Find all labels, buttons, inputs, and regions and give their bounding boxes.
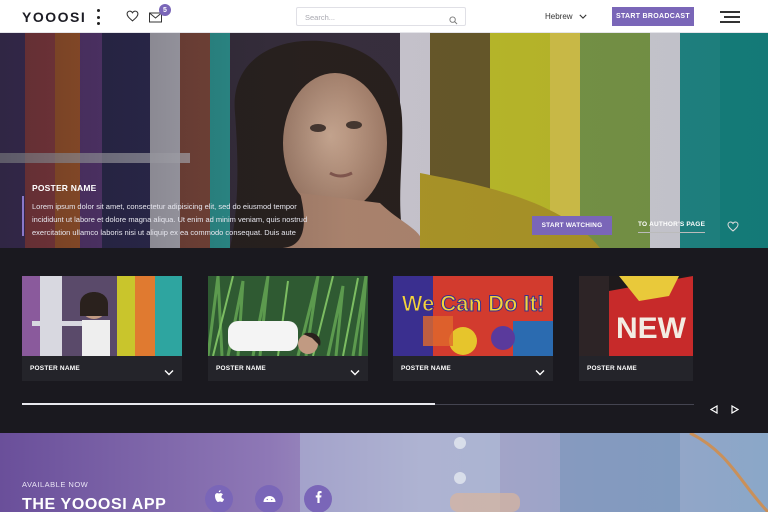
carousel-next-arrow-icon[interactable] [731,401,740,419]
start-watching-button[interactable]: START WATCHING [532,216,612,235]
poster-thumbnail: We Can Do It! [393,276,553,356]
available-now-label: AVAILABLE NOW [22,480,89,489]
android-icon [263,490,276,508]
carousel-progress-fill [22,403,435,405]
more-options-icon[interactable] [93,9,103,25]
chevron-down-icon[interactable] [350,363,360,381]
app-promo-section: AVAILABLE NOW THE YOOOSI APP [0,433,768,512]
poster-card[interactable]: We Can Do It! POSTER NAME [393,276,553,381]
page: YOOOSI 5 Hebrew START BROADCAST [0,0,768,512]
poster-card-footer: POSTER NAME [579,356,693,381]
heart-icon[interactable] [727,219,739,237]
facebook-icon [315,490,322,508]
search-input[interactable] [305,11,445,23]
poster-thumbnail [208,276,368,356]
hero-poster-name: POSTER NAME [32,183,97,193]
chevron-down-icon[interactable] [535,363,545,381]
hero-description: Lorem ipsum dolor sit amet, consectetur … [32,202,308,237]
accent-bar [22,196,24,236]
top-header: YOOOSI 5 Hebrew START BROADCAST [0,0,768,33]
poster-card-title: POSTER NAME [401,365,451,372]
chevron-down-icon[interactable] [164,363,174,381]
apple-icon [213,490,225,508]
search-box [296,7,466,26]
notification-badge: 5 [159,4,171,16]
app-title: THE YOOOSI APP [22,496,167,512]
poster-thumbnail [22,276,182,356]
poster-card[interactable]: NEW POSTER NAME [579,276,693,381]
poster-card-title: POSTER NAME [216,365,266,372]
hero-section: POSTER NAME Lorem ipsum dolor sit amet, … [0,33,768,433]
poster-card-footer: POSTER NAME [208,356,368,381]
poster-card-title: POSTER NAME [30,365,80,372]
poster-card-footer: POSTER NAME [393,356,553,381]
search-icon[interactable] [449,12,458,30]
poster-thumbnail: NEW [579,276,693,356]
language-selector[interactable]: Hebrew [545,12,587,21]
heart-icon[interactable] [126,9,139,27]
language-label: Hebrew [545,12,573,21]
hamburger-menu-icon[interactable] [720,11,740,23]
poster-card[interactable]: POSTER NAME [22,276,182,381]
chevron-down-icon [578,12,587,21]
poster-art-text: NEW [616,312,687,345]
carousel-prev-arrow-icon[interactable] [709,401,718,419]
poster-card[interactable]: POSTER NAME [208,276,368,381]
poster-card-footer: POSTER NAME [22,356,182,381]
start-broadcast-button[interactable]: START BROADCAST [612,7,694,26]
poster-card-title: POSTER NAME [587,365,637,372]
android-store-button[interactable] [255,485,283,512]
facebook-button[interactable] [304,485,332,512]
logo[interactable]: YOOOSI [22,9,86,25]
apple-store-button[interactable] [205,485,233,512]
author-page-link[interactable]: TO AUTHOR'S PAGE [638,221,706,233]
poster-art-text: We Can Do It! [402,291,545,316]
